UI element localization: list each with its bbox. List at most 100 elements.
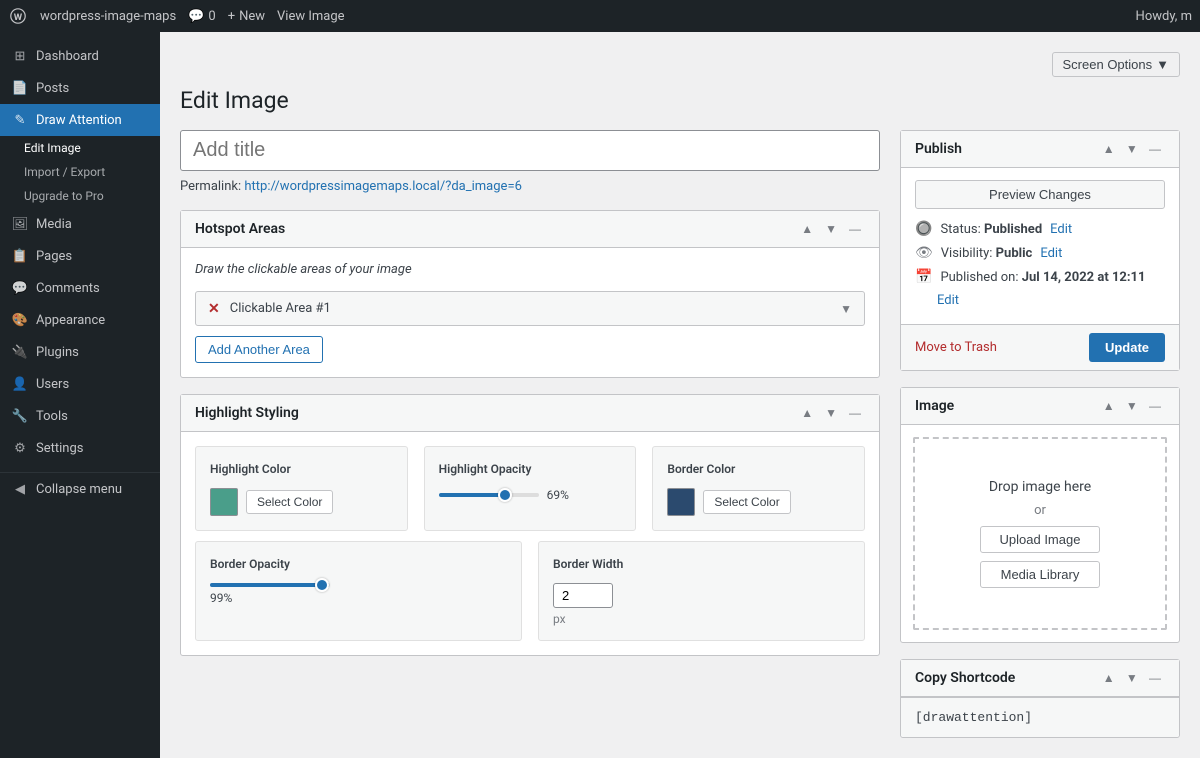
chevron-down-icon: ▼: [1156, 57, 1169, 72]
dashboard-icon: ⊞: [12, 48, 28, 64]
sidebar-item-settings[interactable]: ⚙ Settings: [0, 432, 160, 464]
publish-body: Preview Changes 🔘 Status: Published Edit…: [901, 168, 1179, 324]
wp-logo-icon[interactable]: W: [8, 6, 28, 26]
status-row: 🔘 Status: Published Edit: [915, 221, 1165, 237]
page-title: Edit Image: [180, 87, 1180, 114]
hotspot-collapse-down-button[interactable]: ▼: [821, 221, 841, 237]
highlight-color-cell: Highlight Color Select Color: [195, 446, 408, 531]
visibility-icon: 👁: [915, 245, 933, 261]
draw-attention-icon: ✎: [12, 112, 28, 128]
border-opacity-cell: Border Opacity 99%: [195, 541, 522, 641]
sidebar: ⊞ Dashboard 📄 Posts ✎ Draw Attention Edi…: [0, 32, 160, 758]
sidebar-item-dashboard[interactable]: ⊞ Dashboard: [0, 40, 160, 72]
submenu-import-export[interactable]: Import / Export: [12, 160, 160, 184]
border-opacity-slider[interactable]: [210, 583, 330, 587]
hotspot-areas-header[interactable]: Hotspot Areas ▲ ▼ —: [181, 211, 879, 248]
sidebar-item-posts[interactable]: 📄 Posts: [0, 72, 160, 104]
comments-bubble-icon: 💬: [12, 280, 28, 296]
border-width-wrap: px: [553, 583, 850, 626]
permalink-link[interactable]: http://wordpressimagemaps.local/?da_imag…: [244, 179, 522, 194]
hotspot-toggle-button[interactable]: —: [845, 221, 865, 237]
remove-area-button[interactable]: ✕: [208, 300, 220, 317]
border-select-color-button[interactable]: Select Color: [703, 490, 790, 514]
border-color-cell: Border Color Select Color: [652, 446, 865, 531]
image-header[interactable]: Image ▲ ▼ —: [901, 388, 1179, 425]
image-drop-area[interactable]: Drop image here or Upload Image Media Li…: [913, 437, 1167, 630]
sidebar-item-users[interactable]: 👤 Users: [0, 368, 160, 400]
sidebar-item-draw-attention[interactable]: ✎ Draw Attention: [0, 104, 160, 136]
highlight-opacity-slider[interactable]: [439, 493, 539, 497]
highlight-styling-box: Highlight Styling ▲ ▼ — Highlight Color: [180, 394, 880, 656]
draw-attention-submenu: Edit Image Import / Export Upgrade to Pr…: [0, 136, 160, 208]
pages-icon: 📋: [12, 248, 28, 264]
update-button[interactable]: Update: [1089, 333, 1165, 362]
sidebar-item-appearance[interactable]: 🎨 Appearance: [0, 304, 160, 336]
submenu-upgrade-pro[interactable]: Upgrade to Pro: [12, 184, 160, 208]
highlight-toggle-button[interactable]: —: [845, 405, 865, 421]
highlight-controls: ▲ ▼ —: [797, 405, 865, 421]
image-toggle-button[interactable]: —: [1145, 398, 1165, 414]
post-title-input[interactable]: [180, 130, 880, 171]
side-column: Publish ▲ ▼ — Preview Changes 🔘: [900, 130, 1180, 738]
shortcode-value[interactable]: [drawattention]: [901, 697, 1179, 737]
tools-icon: 🔧: [12, 408, 28, 424]
publish-footer: Move to Trash Update: [901, 324, 1179, 370]
highlight-styling-header[interactable]: Highlight Styling ▲ ▼ —: [181, 395, 879, 432]
published-date-edit-link[interactable]: Edit: [937, 293, 959, 308]
highlight-opacity-cell: Highlight Opacity 69%: [424, 446, 637, 531]
highlight-collapse-down-button[interactable]: ▼: [821, 405, 841, 421]
media-library-button[interactable]: Media Library: [980, 561, 1100, 588]
admin-bar: W wordpress-image-maps 💬 0 + New View Im…: [0, 0, 1200, 32]
sidebar-item-tools[interactable]: 🔧 Tools: [0, 400, 160, 432]
clickable-area-row[interactable]: ✕ Clickable Area #1 ▼: [195, 291, 865, 326]
collapse-menu: ◀ Collapse menu: [0, 472, 160, 505]
highlight-controls-grid: Highlight Color Select Color: [195, 446, 865, 531]
media-icon: 🖼: [12, 216, 28, 232]
view-image-link[interactable]: View Image: [277, 9, 345, 24]
visibility-edit-link[interactable]: Edit: [1040, 246, 1062, 261]
sidebar-item-comments[interactable]: 💬 Comments: [0, 272, 160, 304]
shortcode-toggle-button[interactable]: —: [1145, 670, 1165, 686]
publish-toggle-button[interactable]: —: [1145, 141, 1165, 157]
upload-image-button[interactable]: Upload Image: [980, 526, 1100, 553]
sidebar-item-pages[interactable]: 📋 Pages: [0, 240, 160, 272]
new-content-button[interactable]: + New: [228, 9, 265, 24]
comments-link[interactable]: 💬 0: [188, 9, 216, 24]
border-width-cell: Border Width px: [538, 541, 865, 641]
highlight-select-color-button[interactable]: Select Color: [246, 490, 333, 514]
submenu-edit-image[interactable]: Edit Image: [12, 136, 160, 160]
shortcode-header[interactable]: Copy Shortcode ▲ ▼ —: [901, 660, 1179, 697]
appearance-icon: 🎨: [12, 312, 28, 328]
add-another-area-button[interactable]: Add Another Area: [195, 336, 323, 363]
screen-options-button[interactable]: Screen Options ▼: [1052, 52, 1180, 77]
permalink: Permalink: http://wordpressimagemaps.loc…: [180, 179, 880, 194]
image-collapse-down-button[interactable]: ▼: [1122, 398, 1142, 414]
border-color-swatch[interactable]: [667, 488, 695, 516]
publish-box: Publish ▲ ▼ — Preview Changes 🔘: [900, 130, 1180, 371]
image-collapse-up-button[interactable]: ▲: [1099, 398, 1119, 414]
sidebar-item-media[interactable]: 🖼 Media: [0, 208, 160, 240]
shortcode-collapse-up-button[interactable]: ▲: [1099, 670, 1119, 686]
users-icon: 👤: [12, 376, 28, 392]
hotspot-areas-box: Hotspot Areas ▲ ▼ — Draw the clickable a…: [180, 210, 880, 378]
move-to-trash-link[interactable]: Move to Trash: [915, 340, 997, 355]
image-box: Image ▲ ▼ — Drop image here or Upload Im…: [900, 387, 1180, 643]
publish-header[interactable]: Publish ▲ ▼ —: [901, 131, 1179, 168]
status-edit-link[interactable]: Edit: [1050, 222, 1072, 237]
area-expand-icon: ▼: [840, 302, 852, 316]
hotspot-areas-body: Draw the clickable areas of your image ✕…: [181, 248, 879, 377]
settings-icon: ⚙: [12, 440, 28, 456]
publish-collapse-up-button[interactable]: ▲: [1099, 141, 1119, 157]
highlight-color-swatch[interactable]: [210, 488, 238, 516]
border-width-input[interactable]: [553, 583, 613, 608]
publish-collapse-down-button[interactable]: ▼: [1122, 141, 1142, 157]
shortcode-collapse-down-button[interactable]: ▼: [1122, 670, 1142, 686]
preview-changes-button[interactable]: Preview Changes: [915, 180, 1165, 209]
highlight-color-picker: Select Color: [210, 488, 393, 516]
highlight-collapse-up-button[interactable]: ▲: [797, 405, 817, 421]
hotspot-collapse-up-button[interactable]: ▲: [797, 221, 817, 237]
site-name[interactable]: wordpress-image-maps: [40, 9, 176, 24]
visibility-row: 👁 Visibility: Public Edit: [915, 245, 1165, 261]
sidebar-item-plugins[interactable]: 🔌 Plugins: [0, 336, 160, 368]
collapse-menu-button[interactable]: ◀ Collapse menu: [0, 473, 160, 505]
